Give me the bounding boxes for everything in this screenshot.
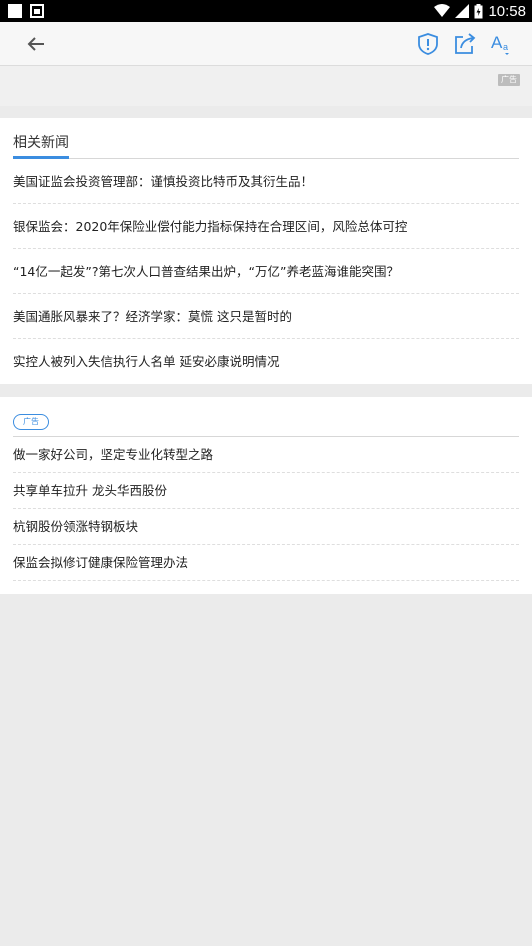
top-ad-banner[interactable]: 广告 xyxy=(0,66,532,106)
notification-icon xyxy=(8,4,22,18)
battery-icon xyxy=(474,3,483,18)
shield-alert-icon xyxy=(418,33,438,55)
news-item[interactable]: 美国通胀风暴来了？经济学家：莫慌 这只是暂时的 xyxy=(13,294,519,339)
status-bar: 10:58 xyxy=(0,0,532,22)
back-button[interactable] xyxy=(22,30,50,58)
news-item[interactable]: 美国证监会投资管理部：谨慎投资比特币及其衍生品！ xyxy=(13,159,519,204)
share-button[interactable] xyxy=(451,30,479,58)
ad-link[interactable]: 保监会拟修订健康保险管理办法 xyxy=(13,545,519,581)
ad-badge: 广告 xyxy=(13,414,49,430)
section-title: 相关新闻 xyxy=(13,132,69,159)
arrow-left-icon xyxy=(27,37,44,51)
news-item[interactable]: 银保监会：2020年保险业偿付能力指标保持在合理区间，风险总体可控 xyxy=(13,204,519,249)
share-icon xyxy=(455,33,476,54)
news-list: 美国证监会投资管理部：谨慎投资比特币及其衍生品！ 银保监会：2020年保险业偿付… xyxy=(13,159,519,384)
related-news-section: 相关新闻 美国证监会投资管理部：谨慎投资比特币及其衍生品！ 银保监会：2020年… xyxy=(0,118,532,384)
wifi-icon xyxy=(434,4,451,17)
ad-label: 广告 xyxy=(498,74,520,86)
section-header: 相关新闻 xyxy=(13,132,519,159)
news-item[interactable]: 实控人被列入失信执行人名单 延安必康说明情况 xyxy=(13,339,519,384)
ad-section-header: 广告 xyxy=(13,409,519,437)
svg-text:a: a xyxy=(503,42,508,52)
font-size-button[interactable]: A a xyxy=(488,30,516,58)
signal-icon xyxy=(455,4,470,18)
svg-text:A: A xyxy=(491,33,503,52)
top-toolbar: A a xyxy=(0,22,532,66)
clock: 10:58 xyxy=(488,2,526,20)
report-button[interactable] xyxy=(414,30,442,58)
ad-link[interactable]: 共享单车拉升 龙头华西股份 xyxy=(13,473,519,509)
news-item[interactable]: “14亿一起发”?第七次人口普查结果出炉，“万亿”养老蓝海谁能突围？ xyxy=(13,249,519,294)
notification-app-icon xyxy=(30,4,44,18)
ad-link[interactable]: 杭钢股份领涨特钢板块 xyxy=(13,509,519,545)
ad-section: 广告 做一家好公司，坚定专业化转型之路 共享单车拉升 龙头华西股份 杭钢股份领涨… xyxy=(0,397,532,594)
ad-link[interactable]: 做一家好公司，坚定专业化转型之路 xyxy=(13,437,519,473)
font-size-icon: A a xyxy=(491,33,509,55)
ad-list: 做一家好公司，坚定专业化转型之路 共享单车拉升 龙头华西股份 杭钢股份领涨特钢板… xyxy=(13,437,519,581)
